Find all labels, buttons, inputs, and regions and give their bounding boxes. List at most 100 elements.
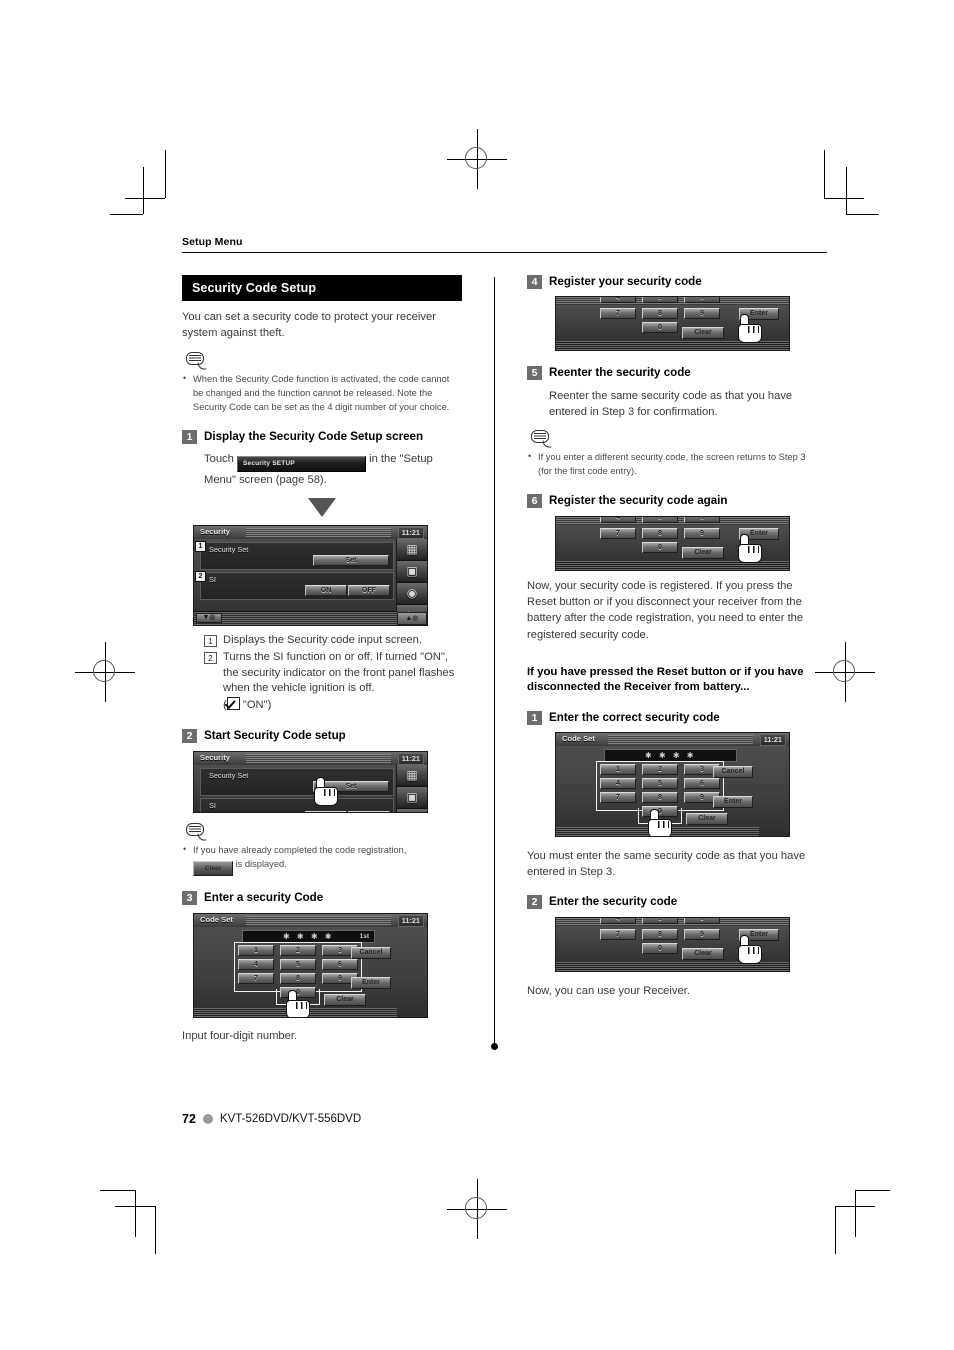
key-1[interactable]: 1	[238, 944, 274, 956]
code-set-clock-2: 11:21	[759, 734, 786, 746]
left-column: Security Code Setup You can set a securi…	[182, 275, 482, 1044]
crop-key-7[interactable]: 7	[600, 308, 636, 320]
callout-marker-1: 1	[195, 540, 206, 552]
partial-key-row-6: 4 5 6	[600, 516, 720, 526]
key2-2[interactable]: 2	[642, 764, 678, 775]
crop-key-8-b[interactable]: 8	[642, 527, 678, 539]
crop-key-0-c[interactable]: 0	[642, 942, 678, 954]
key2-0[interactable]: 0	[642, 806, 678, 817]
si-row[interactable]: 2 SI ON OFF	[195, 570, 394, 600]
keypad-row-3: 7 8 9	[238, 972, 358, 984]
key2-5[interactable]: 5	[642, 778, 678, 789]
step-6-number: 6	[527, 494, 542, 509]
crop-enter-button-6[interactable]: Enter	[739, 527, 779, 540]
crop-key-9-b[interactable]: 9	[684, 527, 720, 539]
step-6-body: Now, your security code is registered. I…	[527, 579, 804, 641]
crop-enter-button-r2[interactable]: Enter	[739, 928, 779, 941]
crop-clear-button-6[interactable]: Clear	[682, 546, 724, 559]
key-4[interactable]: 4	[238, 958, 274, 970]
screen-icon-2[interactable]: ▣	[397, 786, 427, 809]
crop-clear-button-r2[interactable]: Clear	[682, 947, 724, 960]
column-divider-wrap	[482, 275, 507, 1050]
si-label: SI	[209, 574, 216, 584]
key2-4[interactable]: 4	[600, 778, 636, 789]
step-1: 1 Display the Security Code Setup screen	[182, 429, 462, 444]
numeric-keypad: 1 2 3 4 5 6 7 8 9 0	[238, 944, 358, 998]
code-set-body-2: ✱ ✱ ✱ ✱ 1 2 3 4 5 6 7 8 9 0 Cancel Enter…	[556, 746, 789, 836]
key-2[interactable]: 2	[280, 944, 316, 956]
crop-key-8[interactable]: 8	[642, 308, 678, 320]
key-6[interactable]: 6	[322, 958, 358, 970]
partial-key-row-r2: 4 5 6	[600, 917, 720, 927]
clear-button-graphic[interactable]: Clear	[193, 860, 233, 877]
key2-6[interactable]: 6	[684, 778, 720, 789]
callout-item-1-number: 1	[204, 634, 217, 647]
crop-key-0-b[interactable]: 0	[642, 541, 678, 553]
crop-key-8-c[interactable]: 8	[642, 928, 678, 940]
step-4: 4 Register your security code	[527, 275, 807, 289]
crop-key-9[interactable]: 9	[684, 308, 720, 320]
enter-button-2[interactable]: Enter	[713, 796, 753, 808]
code-set-titlebar: Code Set 11:21	[194, 913, 427, 927]
security-set-row[interactable]: 1 Security Set Set	[195, 540, 394, 570]
scroll-down-button[interactable]: ▼◍	[196, 612, 222, 623]
menu-grid-icon[interactable]: ▦	[397, 538, 427, 561]
key-8[interactable]: 8	[280, 972, 316, 984]
crop-key-7-c[interactable]: 7	[600, 928, 636, 940]
crop-key-9-c[interactable]: 9	[684, 928, 720, 940]
key2-1[interactable]: 1	[600, 764, 636, 775]
key-6-partial-r2[interactable]: 6	[684, 917, 720, 924]
crop-key-7-b[interactable]: 7	[600, 527, 636, 539]
down-arrow-icon	[308, 497, 336, 517]
reset-step-1: 1 Enter the correct security code	[527, 710, 807, 725]
menu-grid-icon-2[interactable]: ▦	[397, 764, 427, 787]
key-5-partial-r2[interactable]: 5	[642, 917, 678, 924]
code-set-titlebar-stripes-2	[608, 735, 753, 744]
titlebar-stripes	[246, 527, 391, 537]
key-6-partial-6[interactable]: 6	[684, 516, 720, 523]
disc-icon-2[interactable]: ◉	[397, 808, 427, 812]
crop-mark-bottom-right	[820, 1185, 890, 1255]
key-5-partial[interactable]: 5	[642, 297, 678, 304]
callout-item-1-text: Displays the Security code input screen.	[223, 633, 422, 646]
si-on-button-2[interactable]: ON	[305, 810, 347, 812]
scroll-up-button[interactable]: ▲◍	[397, 611, 427, 625]
key-4-partial-r2[interactable]: 4	[600, 917, 636, 924]
enter-button[interactable]: Enter	[351, 976, 391, 989]
security-set-row-2[interactable]: Security Set Set	[200, 767, 394, 796]
key2-8[interactable]: 8	[642, 792, 678, 803]
set-button-2[interactable]: Set	[313, 780, 389, 792]
cancel-button[interactable]: Cancel	[351, 946, 391, 959]
crop-enter-button-4[interactable]: Enter	[739, 308, 779, 321]
reset-step-1-number: 1	[527, 710, 542, 725]
key-0[interactable]: 0	[280, 986, 316, 998]
si-off-button[interactable]: OFF	[348, 584, 390, 596]
key-5-partial-6[interactable]: 5	[642, 516, 678, 523]
crop-clear-button-4[interactable]: Clear	[682, 327, 724, 340]
key-5[interactable]: 5	[280, 958, 316, 970]
key-7[interactable]: 7	[238, 972, 274, 984]
disc-icon[interactable]: ◉	[397, 582, 427, 605]
callout-item-2-text: Turns the SI function on or off. If turn…	[223, 650, 455, 695]
si-row-2[interactable]: SI ON OFF	[200, 797, 394, 812]
key-6-partial[interactable]: 6	[684, 297, 720, 304]
reset-step-2-number: 2	[527, 895, 542, 910]
security-setup-button-graphic[interactable]: Security SETUP	[236, 456, 366, 472]
clear-button[interactable]: Clear	[324, 993, 366, 1006]
si-off-button-2[interactable]: OFF	[348, 810, 390, 812]
clear-button-2[interactable]: Clear	[686, 813, 728, 825]
note-bubble-icon	[186, 351, 208, 371]
crop-key-0[interactable]: 0	[642, 322, 678, 334]
step-5-number: 5	[527, 366, 542, 381]
cancel-button-2[interactable]: Cancel	[713, 766, 753, 778]
set-button[interactable]: Set	[313, 554, 389, 566]
key-4-partial-6[interactable]: 4	[600, 516, 636, 523]
key-4-partial[interactable]: 4	[600, 297, 636, 304]
titlebar-stripes-2	[246, 753, 391, 763]
code-set-bottom-stripes	[194, 1007, 397, 1017]
page-number: 72	[182, 1112, 196, 1126]
key2-7[interactable]: 7	[600, 792, 636, 803]
screen-icon[interactable]: ▣	[397, 560, 427, 583]
callout-item-2-number: 2	[204, 651, 217, 664]
si-on-button[interactable]: ON	[305, 584, 347, 596]
